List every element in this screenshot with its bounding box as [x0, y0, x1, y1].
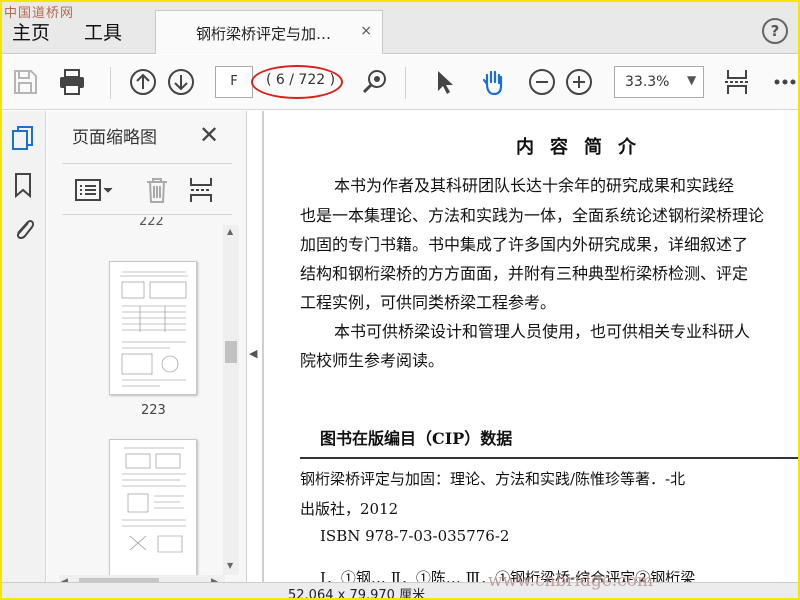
- hand-tool-icon[interactable]: [478, 67, 508, 97]
- delete-page-icon[interactable]: [144, 176, 170, 204]
- select-cursor-icon[interactable]: [430, 67, 460, 97]
- thumbnail-vertical-scrollbar[interactable]: ▲ ▼: [223, 225, 239, 575]
- scrollbar-thumb[interactable]: [225, 341, 237, 363]
- highlight-ellipse: [251, 65, 343, 99]
- document-view[interactable]: 内容简介 本书为作者及其科研团队长达十余年的研究成果和实践经 也是一本集理论、方…: [262, 111, 800, 582]
- toolbar-separator: [110, 67, 111, 99]
- thumbnail-page[interactable]: [109, 439, 197, 577]
- thumbnail-page-content: [122, 447, 186, 553]
- page-edge: [262, 111, 264, 582]
- extract-page-icon[interactable]: [188, 176, 214, 204]
- thumbnail-options-icon[interactable]: [74, 178, 114, 202]
- collapse-panel-icon[interactable]: ◀: [249, 347, 257, 360]
- thumbnail-close-icon[interactable]: ✕: [199, 121, 219, 149]
- cip-line: 钢桁梁桥评定与加固：理论、方法和实践/陈惟珍等著．-北: [300, 470, 686, 488]
- document-tab-title: 钢桁梁桥评定与加…: [196, 25, 332, 43]
- next-page-icon[interactable]: [166, 67, 196, 97]
- left-rail: [0, 111, 46, 582]
- thumbnail-label: 222: [139, 217, 164, 229]
- page-size-label: 52.064 x 79.970 厘米: [288, 588, 426, 600]
- tab-tools[interactable]: 工具: [84, 18, 122, 45]
- tab-document[interactable]: 钢桁梁桥评定与加… ×: [155, 10, 383, 54]
- thumbnail-panel: 页面缩略图 ✕ 222 223 ▲ ▼: [47, 111, 247, 600]
- thumbnail-list: 222 223: [47, 217, 223, 577]
- scroll-down-icon[interactable]: ▼: [227, 561, 233, 570]
- section-heading: 内容简介: [516, 137, 652, 158]
- zoom-out-icon[interactable]: [527, 67, 557, 97]
- cip-line: 出版社，2012: [300, 500, 399, 518]
- paragraph-line: 结构和钢桁梁桥的方方面面，并附有三种典型桁梁桥检测、评定: [300, 264, 749, 283]
- thumbnail-panel-title: 页面缩略图: [72, 128, 157, 148]
- thumbnail-toolbar: [62, 163, 232, 215]
- bookmark-icon[interactable]: [10, 171, 36, 199]
- tab-bar: 中国道桥网 主页 工具 钢桁梁桥评定与加… × ?: [0, 0, 800, 54]
- zoom-in-icon[interactable]: [564, 67, 594, 97]
- fit-page-icon[interactable]: [722, 67, 752, 97]
- thumbnail-page-content: [120, 271, 188, 387]
- divider: [300, 457, 800, 459]
- thumbnail-page[interactable]: [109, 261, 197, 395]
- tab-close-icon[interactable]: ×: [360, 23, 372, 39]
- zoom-dropdown-icon: ▼: [687, 73, 697, 87]
- paragraph-line: 本书可供桥梁设计和管理人员使用，也可供相关专业科研人: [334, 322, 751, 341]
- paragraph-line: 院校师生参考阅读。: [300, 351, 445, 370]
- thumbnail-label: 223: [141, 403, 166, 418]
- scroll-up-icon[interactable]: ▲: [227, 227, 233, 236]
- page-thumbnails-icon[interactable]: [10, 125, 36, 153]
- prev-page-icon[interactable]: [128, 67, 158, 97]
- status-bar: 52.064 x 79.970 厘米: [0, 582, 800, 600]
- cip-heading: 图书在版编目（CIP）数据: [320, 429, 513, 448]
- zoom-dropdown[interactable]: 33.3% ▼: [614, 66, 704, 98]
- zoom-value: 33.3%: [625, 74, 670, 90]
- page-number-input[interactable]: F: [215, 66, 253, 98]
- paragraph-line: 本书为作者及其科研团队长达十余年的研究成果和实践经: [334, 176, 735, 195]
- zoom-search-icon[interactable]: [360, 67, 390, 97]
- main-toolbar: F ( 6 / 722 ) 33.3% ▼: [0, 55, 800, 110]
- paragraph-line: 工程实例，可供同类桥梁工程参考。: [300, 293, 557, 312]
- print-icon[interactable]: [57, 67, 87, 97]
- paragraph-line: 也是一本集理论、方法和实践为一体，全面系统论述钢桁梁桥理论: [300, 206, 765, 225]
- tab-home[interactable]: 主页: [12, 18, 50, 45]
- help-icon[interactable]: ?: [762, 18, 788, 44]
- paragraph-line: 加固的专门书籍。书中集成了许多国内外研究成果，详细叙述了: [300, 235, 749, 254]
- attachment-icon[interactable]: [10, 215, 36, 243]
- toolbar-separator: [405, 67, 406, 99]
- save-icon[interactable]: [10, 67, 40, 97]
- site-watermark: www.cnbridge.com: [488, 571, 654, 591]
- cip-line: ISBN 978-7-03-035776-2: [320, 527, 510, 545]
- more-icon[interactable]: [770, 67, 800, 97]
